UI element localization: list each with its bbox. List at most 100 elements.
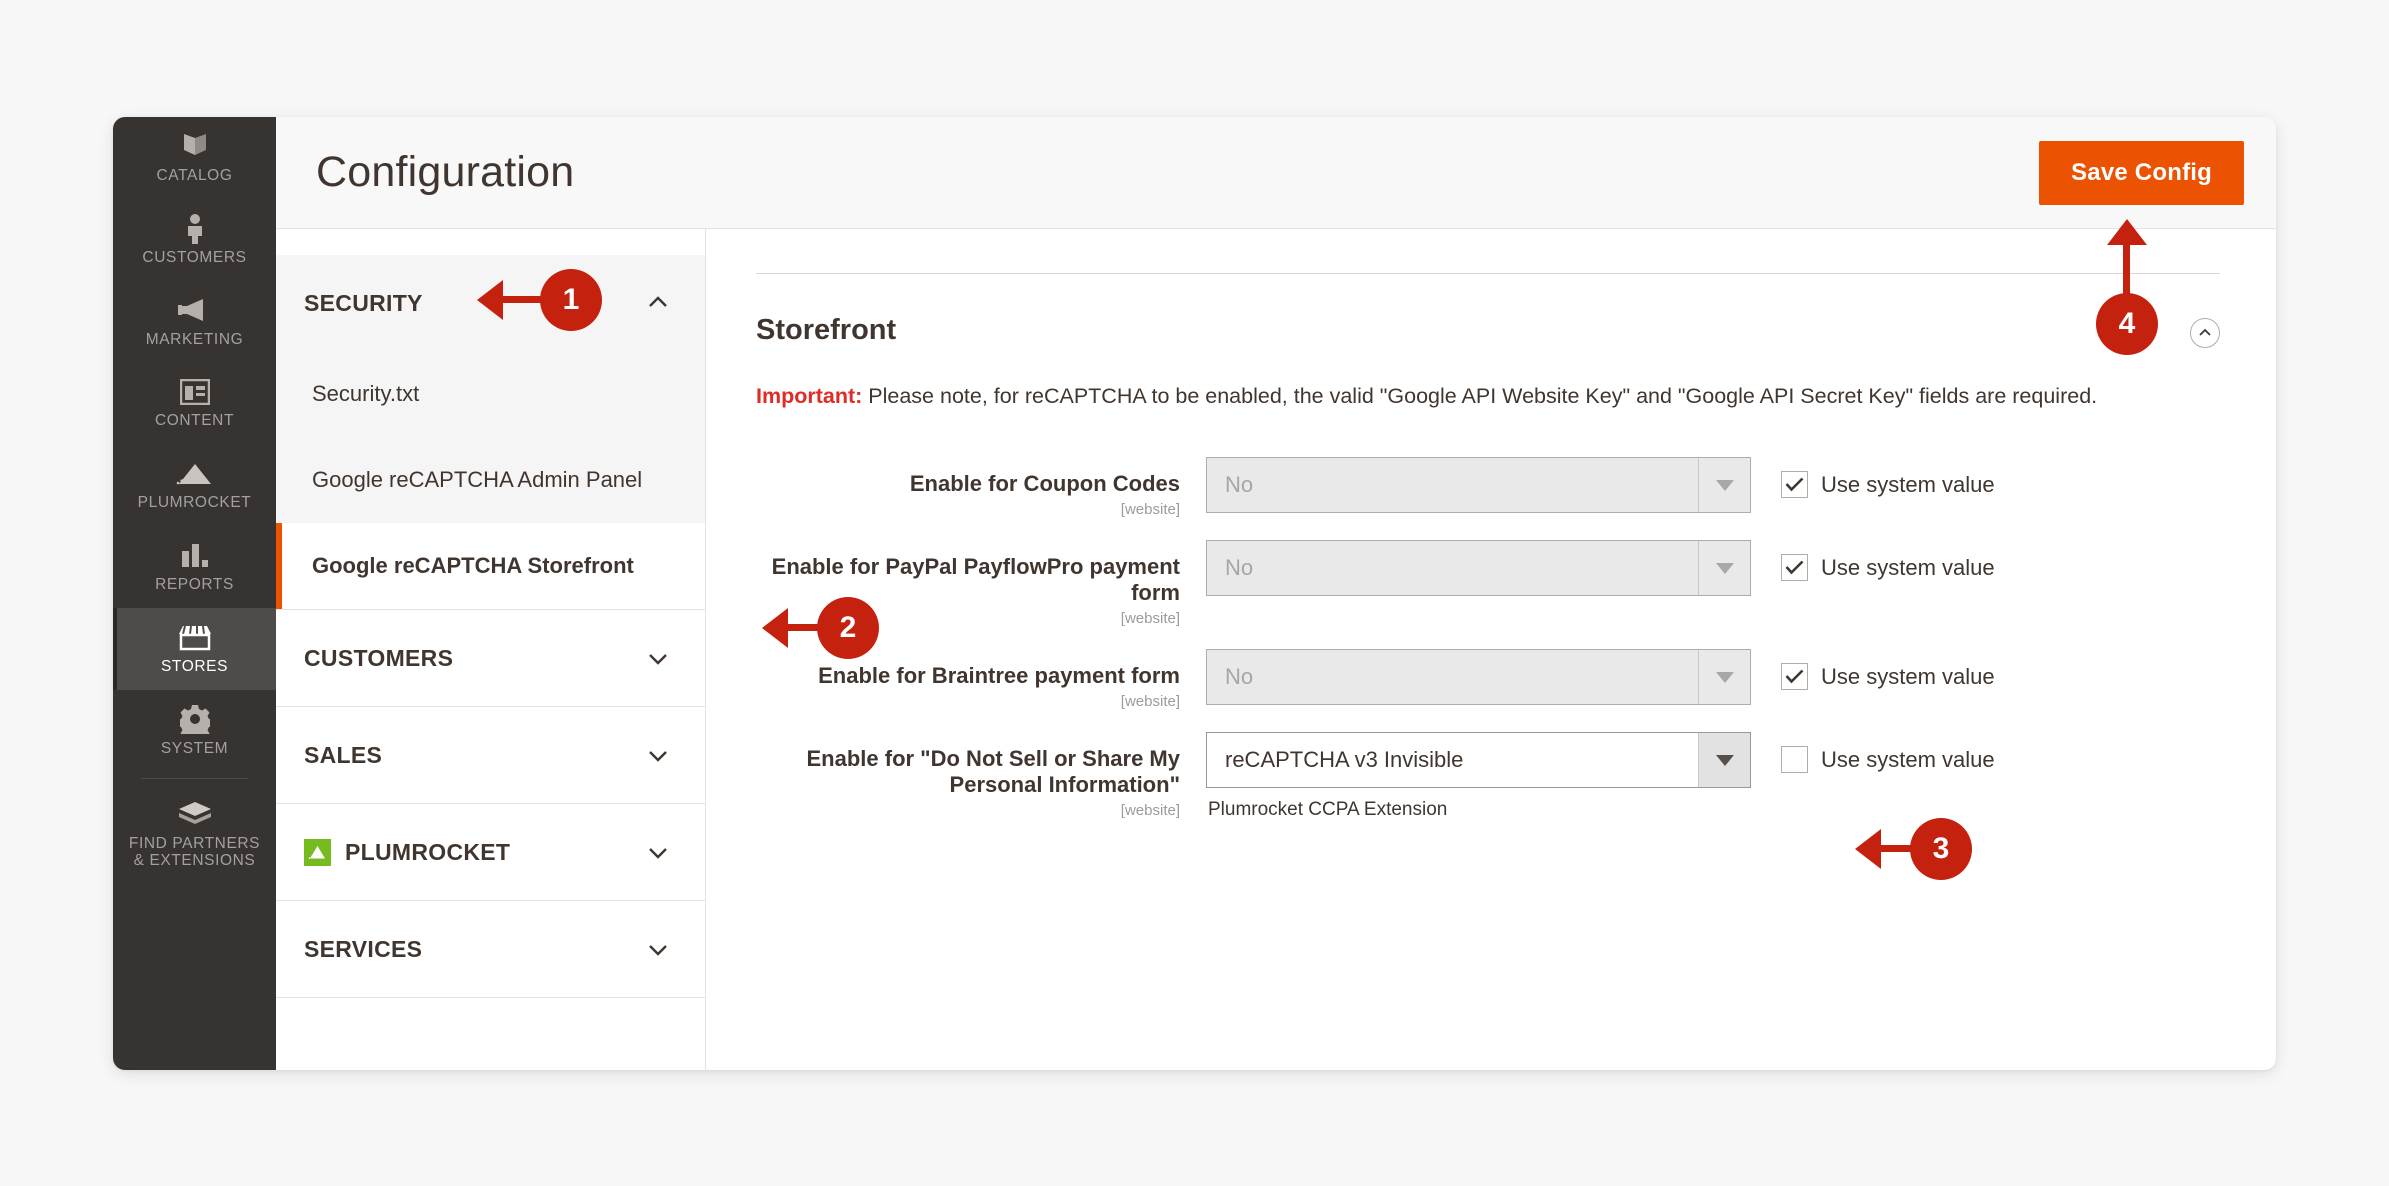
chevron-up-circle-icon[interactable] (2190, 318, 2220, 348)
find-partners-icon (117, 798, 272, 832)
body-columns: SECURITY Security.txt Google reCAPTCHA A… (276, 229, 2276, 1070)
chevron-down-icon (1715, 479, 1734, 491)
config-accordion: SECURITY Security.txt Google reCAPTCHA A… (276, 229, 706, 1070)
use-system-value-group: Use system value (1751, 732, 1995, 774)
plumrocket-accordion-header[interactable]: PLUMROCKET (276, 804, 705, 900)
important-text: Please note, for reCAPTCHA to be enabled… (862, 384, 2098, 408)
services-accordion-header[interactable]: SERVICES (276, 901, 705, 997)
important-label: Important: (756, 384, 863, 408)
stores-icon (117, 621, 272, 655)
accordion-title: SECURITY (304, 289, 423, 316)
accordion-link-recaptcha-admin[interactable]: Google reCAPTCHA Admin Panel (276, 437, 705, 523)
ccpa-select-arrow[interactable] (1698, 733, 1750, 788)
use-system-value-checkbox[interactable] (1781, 663, 1808, 691)
sidebar-item-content[interactable]: CONTENT (113, 362, 276, 444)
accordion-title: PLUMROCKET (345, 838, 511, 865)
select-arrow-button[interactable] (1698, 541, 1750, 596)
sidebar-item-stores[interactable]: STORES (113, 607, 276, 690)
sidebar-item-label: CATALOG (156, 167, 233, 184)
sidebar-item-label: REPORTS (155, 576, 234, 594)
sidebar-item-plumrocket[interactable]: PLUMROCKET (113, 444, 276, 526)
accordion-body-security: Security.txt Google reCAPTCHA Admin Pane… (276, 351, 705, 609)
google-recaptcha-storefront-link[interactable]: Google reCAPTCHA Storefront (276, 523, 705, 609)
sidebar-item-label: CONTENT (154, 412, 235, 430)
important-note: Important: Please note, for reCAPTCHA to… (756, 380, 2176, 413)
field-row-payflowpro: Enable for PayPal PayflowPro payment for… (756, 540, 2220, 627)
sidebar-item-catalog[interactable]: CATALOG (113, 117, 276, 199)
accordion-section-plumrocket: PLUMROCKET (276, 804, 705, 901)
screenshot-root: CATALOG CUSTOMERS MARKETING CONTENT PLUM… (0, 0, 2389, 1186)
accordion-section-customers: CUSTOMERS (276, 610, 705, 707)
security-accordion-header[interactable]: SECURITY (276, 255, 705, 351)
chevron-down-icon (645, 742, 671, 768)
accordion-section-sales: SALES (276, 707, 705, 804)
content-icon (117, 375, 272, 409)
sidebar-item-marketing[interactable]: MARKETING (113, 281, 276, 363)
ccpa-select[interactable]: reCAPTCHA v3 Invisible (1206, 732, 1751, 789)
page-header: Configuration Save Config (276, 117, 2276, 229)
use-system-value-checkbox[interactable] (1781, 471, 1808, 499)
payflowpro-select[interactable]: No (1206, 540, 1751, 597)
field-row-ccpa: Enable for "Do Not Sell or Share My Pers… (756, 732, 2220, 821)
field-label-block: Enable for Braintree payment form [websi… (756, 649, 1206, 710)
accordion-title: SALES (304, 741, 383, 768)
select-value: No (1225, 555, 1254, 581)
reports-icon (117, 539, 272, 573)
field-row-coupon-codes: Enable for Coupon Codes [website] No Use… (756, 457, 2220, 518)
use-system-value-label: Use system value (1821, 663, 1995, 689)
sidebar-item-reports[interactable]: REPORTS (113, 526, 276, 608)
field-control: No (1206, 540, 1751, 597)
field-label-block: Enable for PayPal PayflowPro payment for… (756, 540, 1206, 627)
sales-accordion-header[interactable]: SALES (276, 707, 705, 803)
accordion-title: SERVICES (304, 935, 423, 962)
coupon-codes-select[interactable]: No (1206, 457, 1751, 514)
field-scope: [website] (1120, 802, 1180, 820)
field-control: reCAPTCHA v3 Invisible Plumrocket CCPA E… (1206, 732, 1751, 821)
accordion-title: CUSTOMERS (304, 644, 454, 671)
sidebar-divider (141, 777, 248, 779)
select-arrow-button[interactable] (1698, 458, 1750, 513)
accordion-link-security-txt[interactable]: Security.txt (276, 351, 705, 437)
chevron-down-icon (1715, 754, 1734, 766)
use-system-value-checkbox[interactable] (1781, 746, 1808, 774)
sidebar-item-customers[interactable]: CUSTOMERS (113, 199, 276, 281)
field-scope: [website] (1120, 501, 1180, 519)
field-scope: [website] (1120, 610, 1180, 628)
braintree-select[interactable]: No (1206, 649, 1751, 706)
select-arrow-button[interactable] (1698, 650, 1750, 705)
customers-icon (117, 212, 272, 246)
config-content: Storefront Important: Please note, for r… (706, 229, 2276, 1070)
system-gear-icon (117, 703, 272, 737)
use-system-value-group: Use system value (1751, 649, 1995, 691)
use-system-value-label: Use system value (1821, 554, 1995, 580)
customers-accordion-header[interactable]: CUSTOMERS (276, 610, 705, 706)
field-scope: [website] (1120, 693, 1180, 711)
chevron-down-icon (1715, 671, 1734, 683)
use-system-value-group: Use system value (1751, 457, 1995, 499)
field-row-braintree: Enable for Braintree payment form [websi… (756, 649, 2220, 710)
chevron-down-icon (645, 839, 671, 865)
save-config-button[interactable]: Save Config (2039, 140, 2244, 205)
sidebar-item-label: MARKETING (145, 330, 244, 348)
sidebar-item-system[interactable]: SYSTEM (113, 690, 276, 772)
select-value: No (1225, 664, 1254, 690)
chevron-down-icon (645, 645, 671, 671)
plumrocket-logo-icon (304, 838, 331, 866)
field-label-block: Enable for "Do Not Sell or Share My Pers… (756, 732, 1206, 819)
field-label-block: Enable for Coupon Codes [website] (756, 457, 1206, 518)
accordion-section-services: SERVICES (276, 901, 705, 998)
select-value: reCAPTCHA v3 Invisible (1225, 747, 1464, 773)
chevron-down-icon (645, 936, 671, 962)
use-system-value-label: Use system value (1821, 746, 1995, 772)
use-system-value-checkbox[interactable] (1781, 554, 1808, 582)
sidebar-item-find-partners[interactable]: FIND PARTNERS & EXTENSIONS (113, 785, 276, 885)
page-title: Configuration (316, 148, 575, 196)
field-control: No (1206, 457, 1751, 514)
chevron-up-icon (645, 290, 671, 316)
sidebar-item-label: FIND PARTNERS & EXTENSIONS (128, 834, 261, 870)
section-title: Storefront (756, 314, 897, 346)
sidebar-item-label: PLUMROCKET (137, 494, 252, 512)
field-label: Enable for Coupon Codes (909, 471, 1180, 497)
section-header-row: Storefront (756, 314, 2220, 348)
sidebar-item-label: CUSTOMERS (142, 248, 247, 266)
